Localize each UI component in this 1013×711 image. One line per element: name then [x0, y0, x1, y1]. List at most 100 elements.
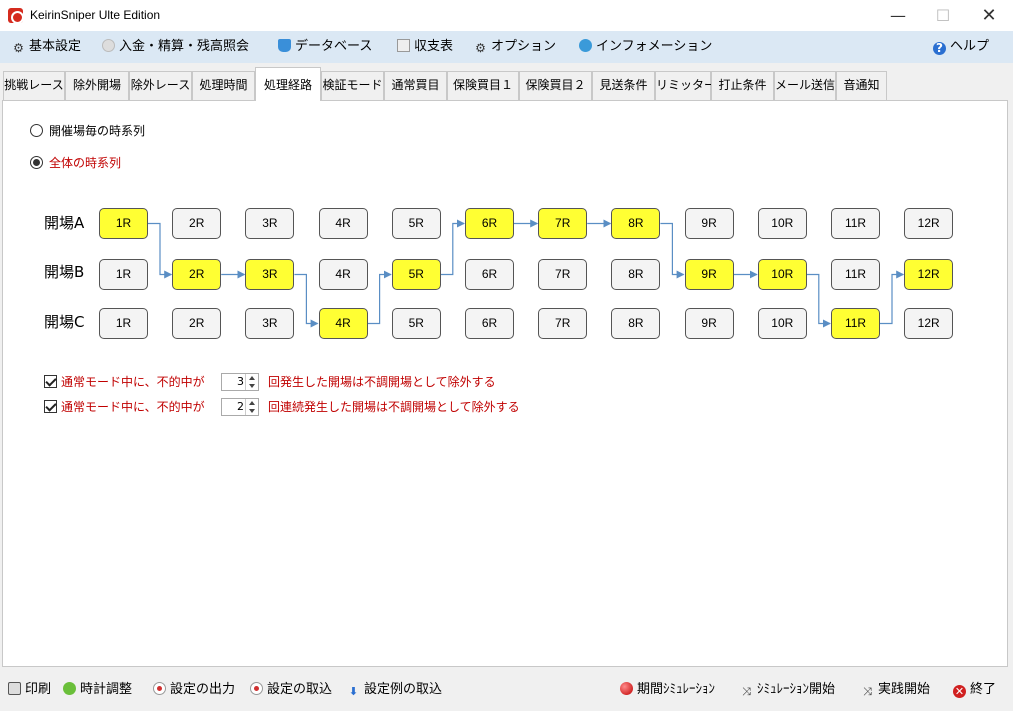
- menu-help[interactable]: ? ヘルプ: [933, 31, 989, 63]
- race-cell-b-5r[interactable]: 5R: [391, 259, 441, 290]
- race-cell-b-9r[interactable]: 9R: [684, 259, 734, 290]
- race-cell-a-6r[interactable]: 6R: [465, 208, 514, 239]
- database-icon: [278, 39, 291, 52]
- miss-count-stepper[interactable]: 3: [221, 373, 259, 391]
- radio-per-venue-timeline[interactable]: 開催場毎の時系列: [30, 122, 145, 140]
- race-cell-b-11r[interactable]: 11R: [831, 259, 880, 290]
- shuffle-icon: ⤨: [863, 685, 872, 698]
- stepper-up-icon[interactable]: [249, 376, 255, 380]
- race-cell-c-2r[interactable]: 2R: [172, 308, 222, 339]
- exit-button[interactable]: ✕ 終了: [953, 681, 996, 699]
- race-cell-a-4r[interactable]: 4R: [318, 208, 368, 239]
- race-cell-b-4r[interactable]: 4R: [318, 259, 368, 290]
- tab-insurance-bets-2[interactable]: 保険買目２: [519, 71, 592, 100]
- minimize-button[interactable]: —: [875, 0, 921, 31]
- race-cell-c-3r[interactable]: 3R: [245, 308, 295, 339]
- tab-processing-route[interactable]: 処理経路: [255, 67, 321, 101]
- tab-insurance-bets-1[interactable]: 保険買目１: [447, 71, 519, 100]
- simulation-start-button[interactable]: ⤨ ｼﾐｭﾚｰｼｮﾝ開始: [740, 681, 835, 699]
- option-consecutive-miss: 通常モード中に、不的中が: [44, 398, 205, 416]
- race-cell-c-7r[interactable]: 7R: [538, 308, 588, 339]
- menu-bar: ⚙ 基本設定 入金・精算・残高照会 データベース 収支表 ⚙ オプション インフォメ…: [0, 31, 1013, 63]
- menu-database[interactable]: データベース: [278, 31, 372, 63]
- app-logo-icon: [8, 8, 24, 24]
- race-cell-b-8r[interactable]: 8R: [611, 259, 661, 290]
- race-cell-c-4r[interactable]: 4R: [318, 308, 368, 339]
- tab-verify-mode[interactable]: 検証モード: [321, 71, 384, 100]
- export-settings-button[interactable]: 設定の出力: [153, 681, 235, 699]
- venue-label-a: 開場A: [44, 214, 85, 232]
- tab-excluded-races[interactable]: 除外レース: [129, 71, 192, 100]
- venue-label-b: 開場B: [44, 263, 85, 281]
- race-cell-a-10r[interactable]: 10R: [757, 208, 807, 239]
- chat-bubble-icon: [579, 39, 592, 52]
- bottom-toolbar: 印刷 時計調整 設定の出力 設定の取込 ⬇ 設定例の取込 期間ｼﾐｭﾚｰｼｮﾝ ⤨…: [0, 670, 1013, 711]
- race-cell-a-8r[interactable]: 8R: [611, 208, 661, 239]
- red-ball-icon: [620, 682, 633, 695]
- stepper-down-icon[interactable]: [249, 384, 255, 388]
- live-start-button[interactable]: ⤨ 実践開始: [861, 681, 930, 699]
- printer-icon: [8, 682, 21, 695]
- race-cell-b-6r[interactable]: 6R: [465, 259, 514, 290]
- tab-sound-notify[interactable]: 音通知: [836, 71, 887, 100]
- close-button[interactable]: ✕: [966, 0, 1012, 31]
- gear-icon: ⚙: [13, 41, 24, 55]
- stepper-up-icon[interactable]: [249, 401, 255, 405]
- consecutive-miss-stepper[interactable]: 2: [221, 398, 259, 416]
- race-cell-a-3r[interactable]: 3R: [245, 208, 295, 239]
- race-cell-c-1r[interactable]: 1R: [99, 308, 148, 339]
- exit-icon: ✕: [953, 685, 966, 698]
- window-title: KeirinSniper Ulte Edition: [30, 8, 161, 22]
- print-button[interactable]: 印刷: [8, 681, 51, 699]
- coin-icon: [102, 39, 115, 52]
- race-cell-a-12r[interactable]: 12R: [904, 208, 954, 239]
- race-cell-b-10r[interactable]: 10R: [757, 259, 807, 290]
- race-cell-c-10r[interactable]: 10R: [757, 308, 807, 339]
- menu-options[interactable]: ⚙ オプション: [474, 31, 556, 63]
- import-settings-button[interactable]: 設定の取込: [250, 681, 332, 699]
- race-cell-a-1r[interactable]: 1R: [99, 208, 148, 239]
- race-cell-a-9r[interactable]: 9R: [684, 208, 734, 239]
- race-cell-b-1r[interactable]: 1R: [99, 259, 148, 290]
- race-cell-a-11r[interactable]: 11R: [831, 208, 880, 239]
- maximize-button[interactable]: ☐: [920, 0, 966, 31]
- document-icon: [397, 39, 410, 52]
- race-cell-a-7r[interactable]: 7R: [538, 208, 588, 239]
- option-consecutive-miss-checkbox[interactable]: [44, 400, 57, 413]
- race-cell-b-3r[interactable]: 3R: [245, 259, 295, 290]
- tab-mail-send[interactable]: メール送信: [774, 71, 836, 100]
- import-sample-settings-button[interactable]: ⬇ 設定例の取込: [347, 681, 442, 699]
- record-icon: [153, 682, 166, 695]
- menu-balance-sheet[interactable]: 収支表: [397, 31, 453, 63]
- tab-processing-time[interactable]: 処理時間: [192, 71, 255, 100]
- race-cell-a-2r[interactable]: 2R: [172, 208, 222, 239]
- tab-stop-conditions[interactable]: 打止条件: [711, 71, 774, 100]
- option-miss-count-checkbox[interactable]: [44, 375, 57, 388]
- radio-button[interactable]: [30, 124, 43, 137]
- race-cell-b-2r[interactable]: 2R: [172, 259, 222, 290]
- clock-adjust-button[interactable]: 時計調整: [63, 681, 132, 699]
- menu-information[interactable]: インフォメーション: [579, 31, 712, 63]
- race-cell-c-9r[interactable]: 9R: [684, 308, 734, 339]
- radio-button[interactable]: [30, 156, 43, 169]
- stepper-down-icon[interactable]: [249, 409, 255, 413]
- race-cell-c-5r[interactable]: 5R: [391, 308, 441, 339]
- race-cell-c-12r[interactable]: 12R: [904, 308, 954, 339]
- race-cell-b-12r[interactable]: 12R: [904, 259, 954, 290]
- race-cell-a-5r[interactable]: 5R: [391, 208, 441, 239]
- race-cell-c-8r[interactable]: 8R: [611, 308, 661, 339]
- tab-excluded-venues[interactable]: 除外開場: [65, 71, 129, 100]
- period-simulation-button[interactable]: 期間ｼﾐｭﾚｰｼｮﾝ: [620, 681, 715, 699]
- race-cell-c-6r[interactable]: 6R: [465, 308, 514, 339]
- shuffle-icon: ⤨: [742, 685, 751, 698]
- race-cell-c-11r[interactable]: 11R: [831, 308, 880, 339]
- radio-overall-timeline[interactable]: 全体の時系列: [30, 154, 121, 172]
- menu-basic-settings[interactable]: ⚙ 基本設定: [12, 31, 81, 63]
- tab-challenge-race[interactable]: 挑戦レース: [3, 71, 65, 100]
- help-icon: ?: [933, 42, 946, 55]
- race-cell-b-7r[interactable]: 7R: [538, 259, 588, 290]
- menu-deposit-balance[interactable]: 入金・精算・残高照会: [102, 31, 249, 63]
- tab-skip-conditions[interactable]: 見送条件: [592, 71, 655, 100]
- tab-normal-bets[interactable]: 通常買目: [384, 71, 447, 100]
- tab-limiter[interactable]: リミッター: [655, 71, 716, 100]
